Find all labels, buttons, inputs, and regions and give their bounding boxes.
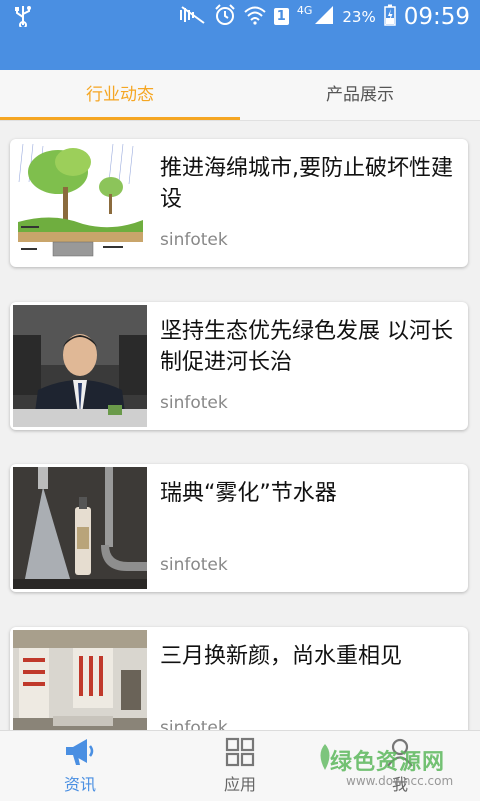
news-card[interactable]: 推进海绵城市,要防止破坏性建设 sinfotek bbox=[10, 139, 468, 267]
mute-icon bbox=[179, 5, 206, 28]
news-title: 瑞典“雾化”节水器 bbox=[160, 481, 337, 506]
tab-products[interactable]: 产品展示 bbox=[240, 70, 480, 120]
news-source: sinfotek bbox=[160, 230, 228, 250]
nav-apps-label: 应用 bbox=[223, 775, 256, 794]
news-source: sinfotek bbox=[160, 555, 228, 575]
alarm-icon bbox=[214, 3, 236, 30]
tab-indicator bbox=[0, 117, 240, 120]
news-title: 坚持生态优先绿色发展 以河长制促进河长治 bbox=[160, 319, 453, 375]
bottom-nav: 资讯 应用 我 bbox=[0, 730, 480, 801]
battery-charging-icon bbox=[383, 4, 396, 30]
tab-industry-news[interactable]: 行业动态 bbox=[0, 70, 240, 120]
news-list[interactable]: 推进海绵城市,要防止破坏性建设 sinfotek 坚持生态优先绿色发展 以河长制… bbox=[0, 121, 480, 730]
nav-me-label: 我 bbox=[391, 775, 408, 794]
tab-bar: 行业动态 产品展示 bbox=[0, 70, 480, 121]
network-type-label: 4G bbox=[296, 4, 313, 17]
wifi-icon bbox=[244, 5, 266, 29]
news-source: sinfotek bbox=[160, 393, 228, 413]
news-thumbnail-official-portrait bbox=[13, 305, 147, 427]
news-card[interactable]: 坚持生态优先绿色发展 以河长制促进河长治 sinfotek bbox=[10, 302, 468, 430]
clock: 09:59 bbox=[403, 3, 470, 30]
app-header bbox=[0, 33, 480, 70]
nav-me[interactable]: 我 bbox=[320, 731, 480, 801]
news-title: 三月换新颜，尚水重相见 bbox=[160, 644, 403, 669]
news-thumbnail-water-saver bbox=[13, 467, 147, 589]
user-icon bbox=[320, 737, 480, 769]
status-bar: 1 4G 23% 09:59 bbox=[0, 0, 480, 33]
nav-news[interactable]: 资讯 bbox=[0, 731, 160, 801]
news-source: sinfotek bbox=[160, 718, 228, 730]
megaphone-icon bbox=[0, 737, 160, 769]
news-thumbnail-office bbox=[13, 630, 147, 730]
news-card[interactable]: 瑞典“雾化”节水器 sinfotek bbox=[10, 464, 468, 592]
sim-badge: 1 bbox=[273, 8, 289, 25]
usb-icon bbox=[14, 5, 32, 32]
grid-icon bbox=[160, 737, 320, 769]
nav-news-label: 资讯 bbox=[63, 775, 96, 794]
news-thumbnail-sponge-city bbox=[13, 142, 147, 264]
nav-apps[interactable]: 应用 bbox=[160, 731, 320, 801]
news-card[interactable]: 三月换新颜，尚水重相见 sinfotek bbox=[10, 627, 468, 730]
news-title: 推进海绵城市,要防止破坏性建设 bbox=[160, 156, 453, 212]
signal-icon bbox=[314, 5, 334, 29]
battery-percent: 23% bbox=[342, 7, 376, 26]
